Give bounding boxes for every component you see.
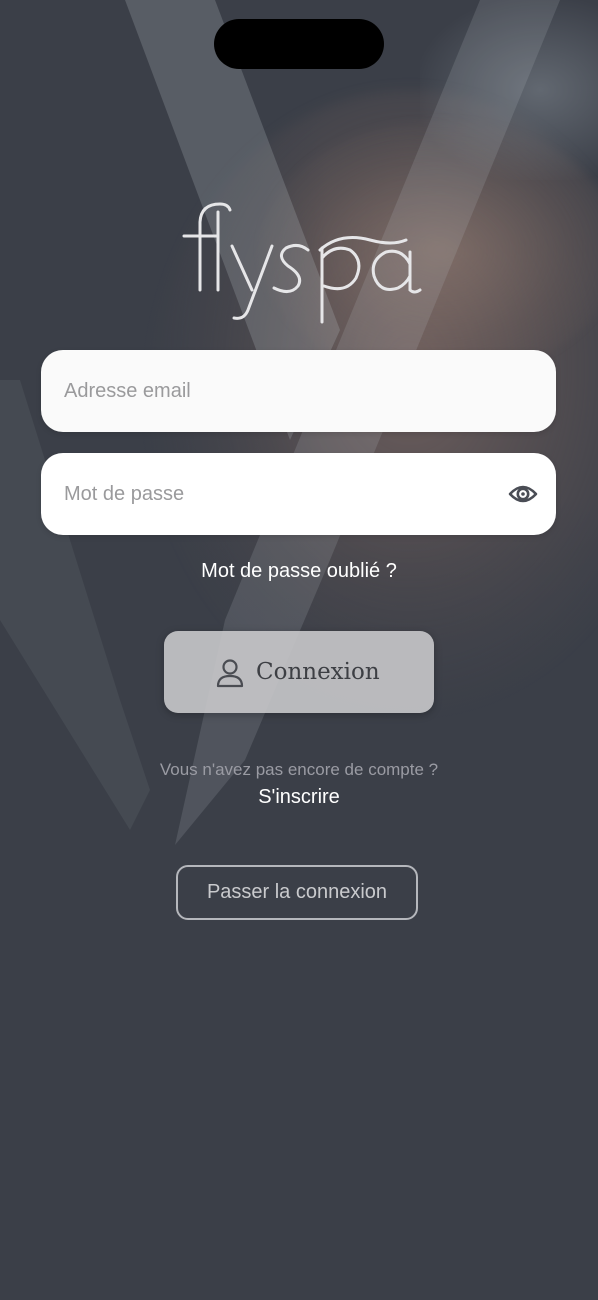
forgot-password-link[interactable]: Mot de passe oublié ?: [0, 560, 598, 583]
no-account-text: Vous n'avez pas encore de compte ?: [159, 760, 439, 779]
skip-login-button[interactable]: Passer la connexion: [176, 865, 418, 920]
flyspa-logo: flyspa: [182, 202, 422, 324]
email-field[interactable]: [41, 350, 556, 432]
dynamic-island: [214, 19, 384, 69]
login-button-label: Connexion: [256, 659, 380, 685]
login-screen: flyspa: [0, 0, 598, 1300]
password-field[interactable]: [41, 453, 556, 535]
login-button[interactable]: Connexion: [164, 631, 434, 713]
user-icon: [216, 659, 244, 688]
eye-icon[interactable]: [508, 480, 538, 508]
email-input[interactable]: [64, 350, 504, 432]
password-input[interactable]: [64, 453, 504, 535]
signup-link[interactable]: S'inscrire: [0, 786, 598, 809]
